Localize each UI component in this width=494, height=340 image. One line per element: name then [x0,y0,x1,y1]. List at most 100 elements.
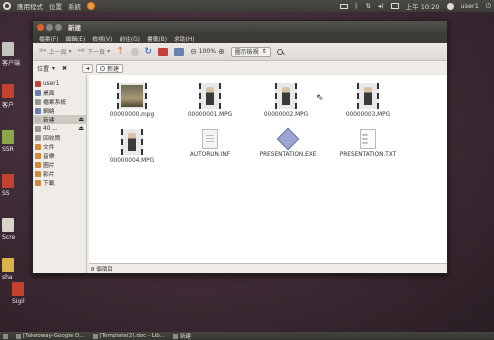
desktop-icon[interactable]: SS [2,174,32,197]
desktop-icon[interactable]: 客户端 [2,42,32,67]
sidebar-item[interactable]: 文件 [33,142,86,151]
window-titlebar[interactable]: 新建 [33,21,447,33]
path-back-button[interactable]: ◂ [82,63,94,73]
user-name[interactable]: user1 [461,2,479,10]
sidebar-item[interactable]: 下載 [33,178,86,187]
desktop-icon-label: Sigil [12,298,25,305]
battery-icon[interactable] [339,3,348,9]
sidebar-item[interactable]: 40 ... ⏏ [33,124,86,133]
sidebar-item[interactable]: 影片 [33,169,86,178]
file-item[interactable]: 00000000.mpg [91,83,173,118]
search-icon[interactable] [276,48,283,55]
file-name: 00000003.MPG [345,112,391,118]
taskbar-item[interactable]: [Template(2).doc - Lib... [92,333,165,339]
zoom-out-icon[interactable]: ⊖ [190,47,197,56]
file-item[interactable]: ≡≡ ≡≡ ≡≡ PRESENTATION.TXT [327,129,409,158]
text-file-icon: ≡≡ ≡≡ ≡≡ [360,129,376,149]
menu-view[interactable]: 檢視(V) [92,34,112,43]
menu-bookmarks[interactable]: 書籤(B) [147,34,167,43]
desktop-icon[interactable]: sha [2,258,32,281]
forward-button[interactable]: ⇨ 下一頁 ▾ [77,46,111,57]
chevron-down-icon: ▾ [68,48,72,55]
home-icon[interactable] [158,47,169,56]
forward-arrow-icon: ⇨ [77,46,86,56]
desktop-icon[interactable]: 客户 [2,84,32,109]
taskbar-item[interactable]: [Takeoway-Google D... [16,333,85,339]
video-thumbnail-icon [275,83,297,109]
trash-icon [35,134,41,141]
sidebar-item-label: user1 [43,80,60,87]
up-arrow-icon[interactable]: ↑ [116,47,124,57]
file-view[interactable]: 00000000.mpg 00000001.MPG 00000002.MPG 0… [89,75,447,263]
sidebar-item[interactable]: 檔案系統 [33,97,86,106]
sidebar-item[interactable]: 回收筒 [33,133,86,142]
sidebar-item[interactable]: 桌面 [33,88,86,97]
eject-icon[interactable]: ⏏ [78,125,84,132]
menu-file[interactable]: 檔案(F) [39,34,58,43]
sidebar-item[interactable]: 新建 ⏏ [33,115,86,124]
menu-edit[interactable]: 編輯(E) [65,34,85,43]
app-icon [2,84,14,98]
network-icon [35,107,41,114]
places-menu[interactable]: 位置 [49,1,62,11]
maximize-button[interactable] [55,23,62,31]
eject-icon[interactable]: ⏏ [78,116,84,123]
mouse-cursor-icon: ⇖ [316,93,324,103]
taskbar-item[interactable]: 新建 [173,332,191,340]
firefox-launcher-icon[interactable] [87,2,95,10]
filesystem-icon [35,98,41,105]
back-button[interactable]: ⇦ 上一頁 ▾ [39,47,72,57]
mail-icon[interactable] [390,3,399,9]
power-icon[interactable]: ⏻ [486,2,491,11]
status-bar: 8 個項目 [89,263,447,273]
window-title: 新建 [68,24,81,32]
path-crumb-button[interactable]: 新建 [96,63,124,73]
file-item[interactable]: AUTORUN.INF [169,129,251,158]
home-folder-icon [35,80,41,87]
sidebar-item[interactable]: 圖片 [33,160,86,169]
sidebar-item[interactable]: user1 [33,79,86,88]
sidebar-item-label: 桌面 [43,91,55,97]
close-button[interactable] [37,23,44,31]
bluetooth-icon[interactable]: ᛒ [355,2,359,10]
taskbar-label: 新建 [180,334,192,340]
top-panel-menu: 應用程式 位置 系統 [3,1,95,11]
desktop-folder-icon [35,89,41,96]
sidebar-item[interactable]: 音樂 [33,151,86,160]
location-bar: 位置 ▾ ✖ ◂ 新建 [33,61,447,75]
ubuntu-logo-icon[interactable] [3,2,11,10]
menu-help[interactable]: 求助(H) [174,34,194,43]
system-menu[interactable]: 系統 [68,1,81,11]
desktop-icon[interactable]: SSR [2,130,32,153]
places-sidebar: user1 桌面 檔案系統 網絡 新建 ⏏ 40 ... ⏏ 回收筒 文件 音樂 圖片 影片 下載 [33,75,87,273]
reload-icon[interactable]: ↻ [145,47,153,57]
applications-menu[interactable]: 應用程式 [17,1,43,11]
stop-icon[interactable] [130,47,139,56]
close-pane-icon[interactable]: ✖ [62,65,67,72]
file-item[interactable]: 00000003.MPG [327,83,409,118]
user-icon[interactable] [446,2,454,10]
file-item[interactable]: 00000002.MPG [245,83,327,118]
computer-icon[interactable] [174,47,185,56]
toolbar: ⇦ 上一頁 ▾ ⇨ 下一頁 ▾ ↑ ↻ ⊖ 100% ⊕ 圖示檢視 ⇕ [33,43,447,61]
downloads-folder-icon [35,179,41,186]
view-mode-select[interactable]: 圖示檢視 ⇕ [230,46,271,57]
volume-icon[interactable]: ◂) [378,2,384,10]
show-desktop-icon[interactable] [3,333,8,339]
desktop-icon[interactable]: Scre [2,218,32,241]
file-item[interactable]: 00000004.MPG [91,129,173,164]
desktop-icon[interactable]: Sigil [12,282,42,305]
app-icon [2,42,14,56]
clock[interactable]: 上午 10:20 [406,1,440,11]
minimize-button[interactable] [46,23,53,31]
file-item[interactable]: 00000001.MPG [169,83,251,118]
location-label-dropdown[interactable]: 位置 ▾ [37,64,55,73]
sidebar-item[interactable]: 網絡 [33,106,86,115]
network-icon[interactable]: ⇅ [365,2,370,10]
top-panel: 應用程式 位置 系統 ᛒ ⇅ ◂) 上午 10:20 user1 ⏻ [0,0,494,12]
menu-go[interactable]: 前往(G) [119,34,140,43]
forward-label: 下一頁 [87,49,106,56]
file-item[interactable]: PRESENTATION.EXE [247,127,329,158]
zoom-in-icon[interactable]: ⊕ [218,47,225,56]
file-name: 00000001.MPG [187,112,233,118]
